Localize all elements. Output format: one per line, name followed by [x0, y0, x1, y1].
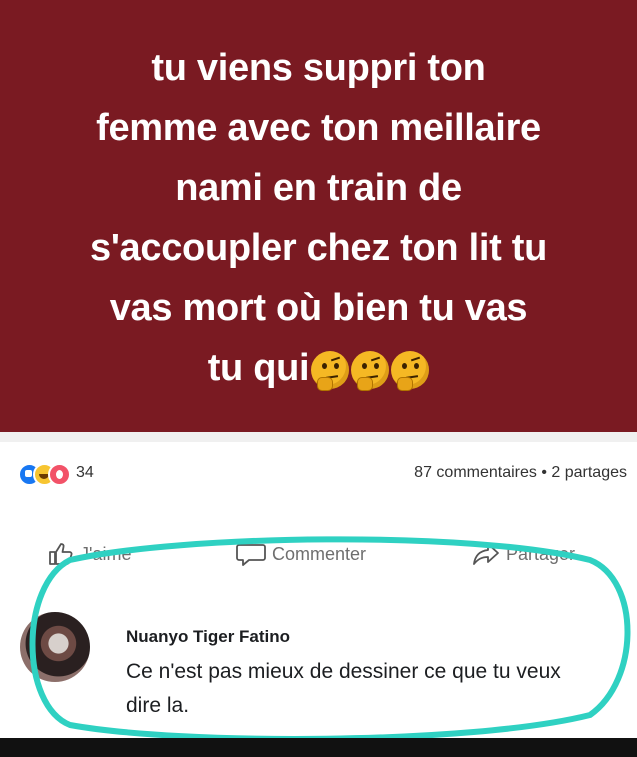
post-text-line: nami en train de — [175, 167, 462, 209]
post-text-line: s'accoupler chez ton lit tu — [89, 227, 547, 269]
post-action-bar: J'aime Commenter Partager — [0, 532, 637, 576]
divider — [0, 432, 637, 442]
share-arrow-icon — [472, 542, 500, 566]
love-reaction-icon — [48, 463, 71, 486]
share-button-label: Partager — [506, 543, 576, 564]
bottom-bar — [0, 738, 637, 757]
post-text-line: femme avec ton meillaire — [96, 107, 541, 149]
thumbs-up-icon — [48, 542, 74, 566]
post-text-line: tu qui — [207, 347, 310, 389]
reaction-count[interactable]: 34 — [76, 464, 94, 482]
comments-shares-stats[interactable]: 87 commentaires • 2 partages — [414, 464, 627, 482]
post-text-line: tu viens suppri ton — [151, 47, 486, 89]
thinking-face-icon — [311, 350, 350, 391]
comment-button[interactable]: Commenter — [236, 542, 366, 566]
thinking-face-icon — [391, 350, 430, 391]
post-text: tu viens suppri ton femme avec ton meill… — [40, 38, 597, 398]
reactions-summary[interactable]: 34 87 commentaires • 2 partages — [0, 448, 637, 498]
comment-item: Nuanyo Tiger Fatino Ce n'est pas mieux d… — [0, 600, 637, 720]
comment-author[interactable]: Nuanyo Tiger Fatino — [126, 627, 290, 647]
post-text-line: vas mort où bien tu vas — [109, 287, 528, 329]
share-button[interactable]: Partager — [472, 542, 575, 566]
post-text-last-line: tu qui — [40, 338, 597, 398]
comment-button-label: Commenter — [272, 543, 367, 564]
like-button-label: J'aime — [80, 543, 132, 564]
post-banner: tu viens suppri ton femme avec ton meill… — [0, 0, 637, 432]
speech-bubble-icon — [236, 542, 266, 566]
comment-text: Ce n'est pas mieux de dessiner ce que tu… — [126, 660, 561, 717]
thinking-face-icon — [351, 350, 390, 391]
like-button[interactable]: J'aime — [48, 542, 131, 566]
avatar[interactable] — [20, 612, 90, 682]
